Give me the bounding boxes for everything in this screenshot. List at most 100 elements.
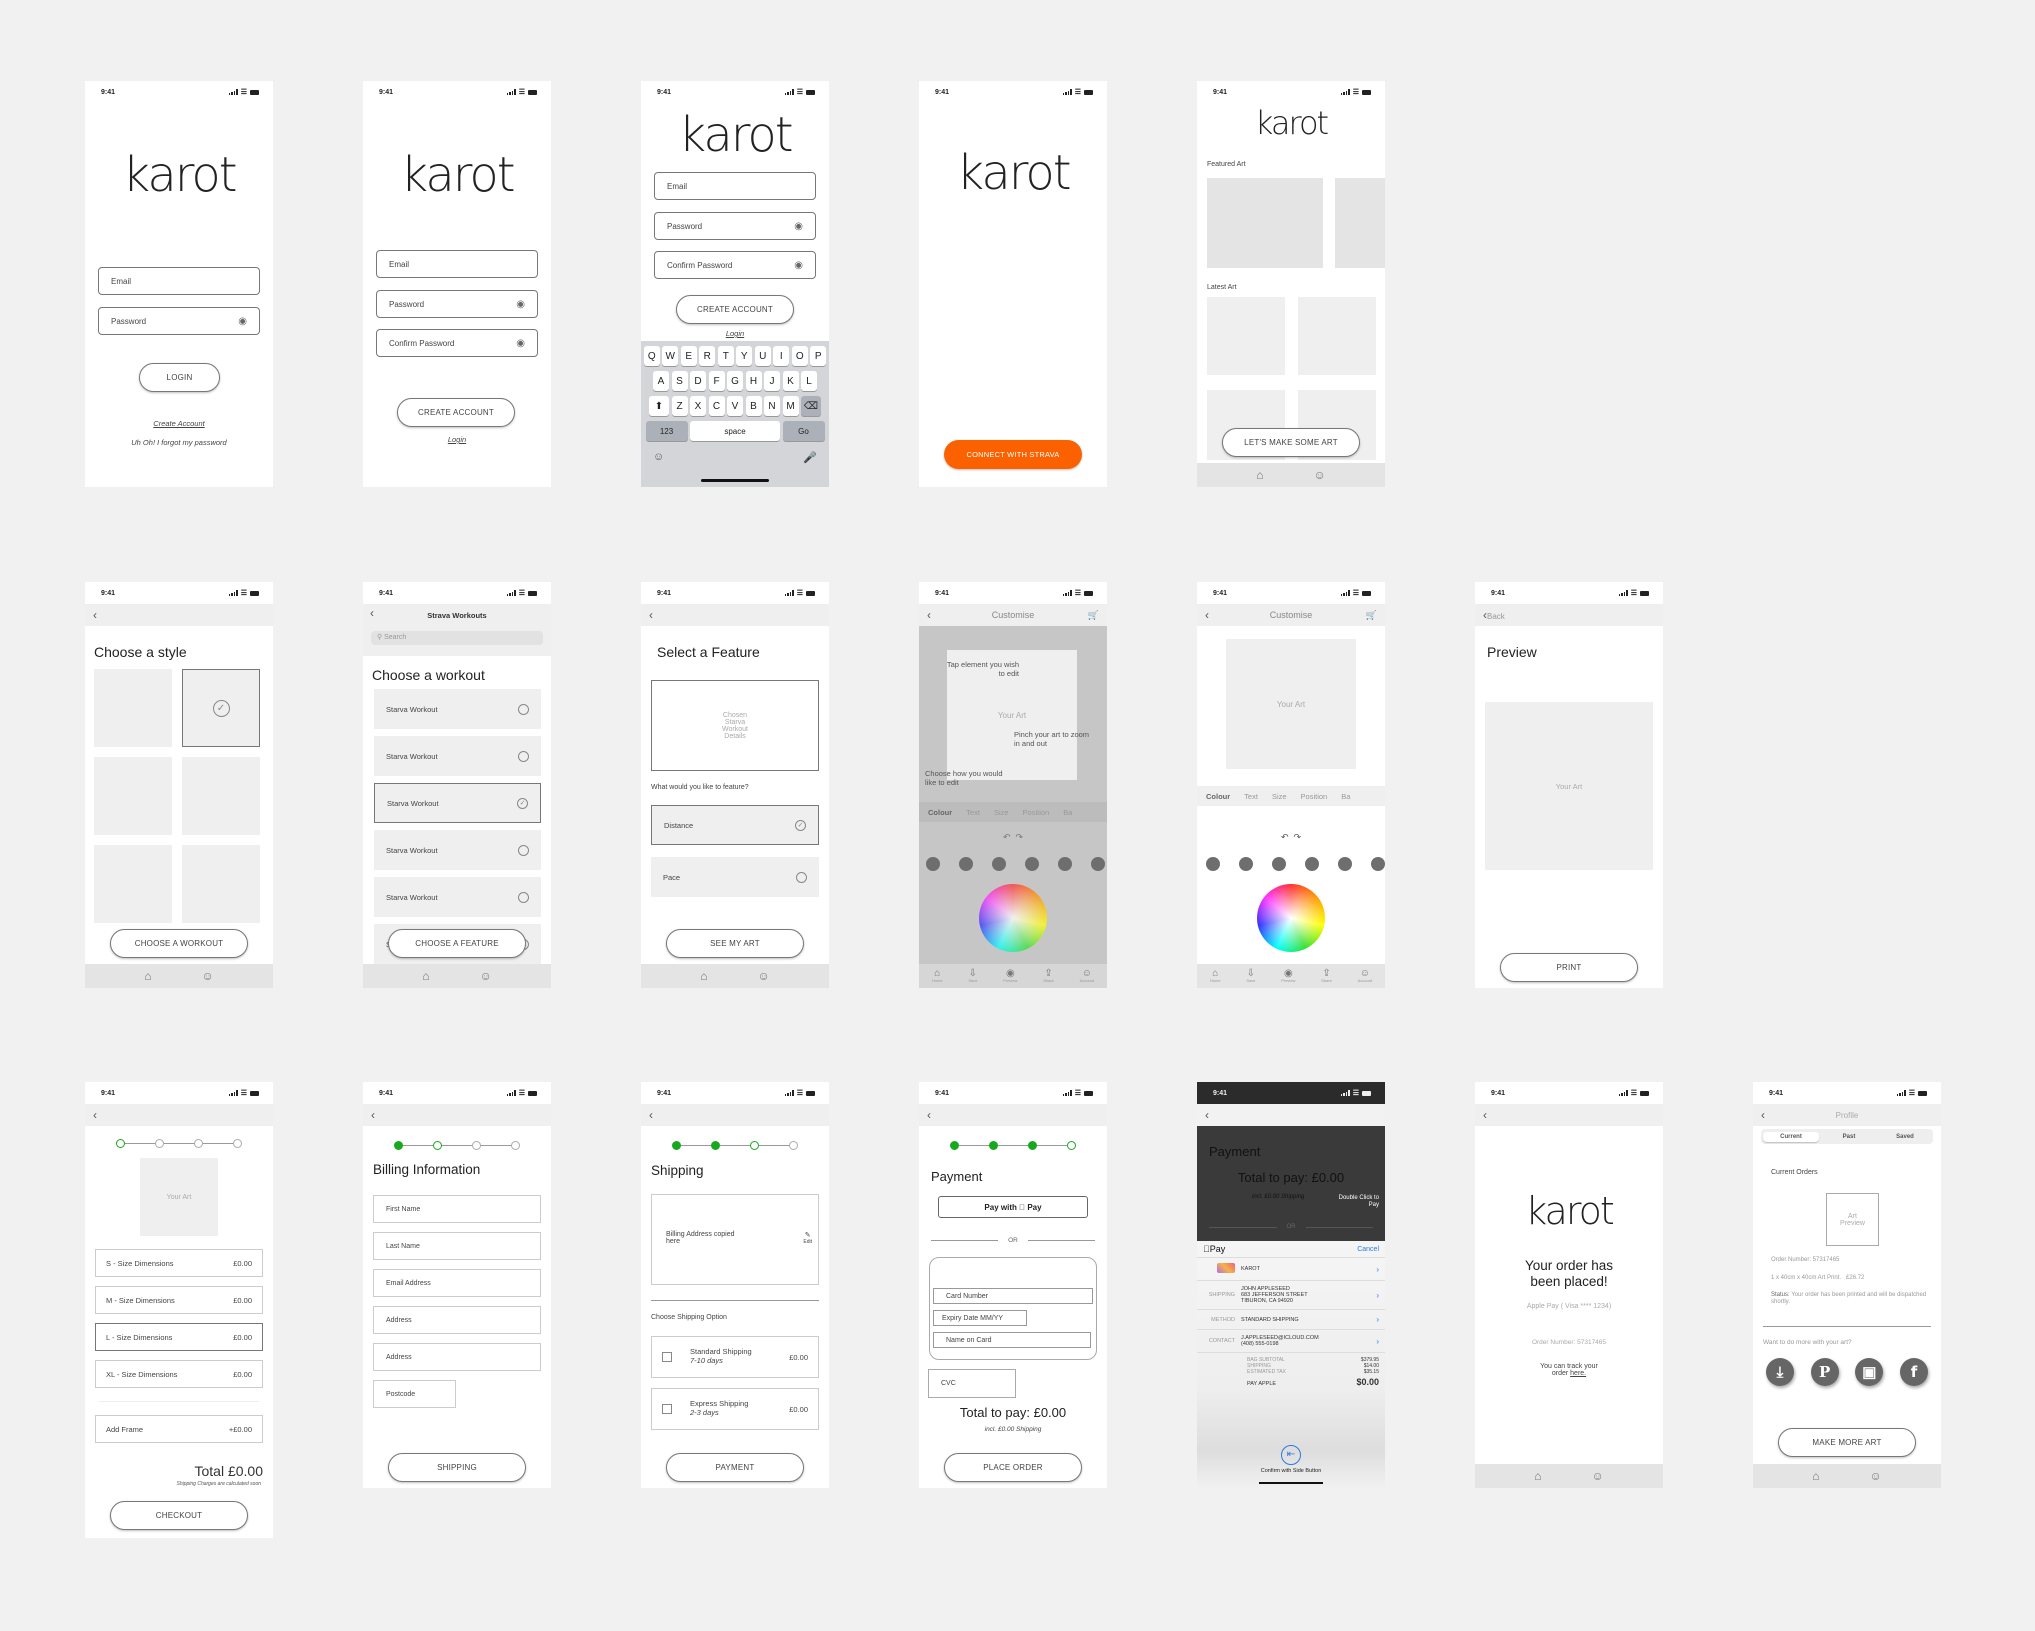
featured-art-card[interactable] <box>1207 178 1323 268</box>
password-field[interactable]: Password ◉ <box>376 290 538 318</box>
edit-tab-text[interactable]: Text <box>1244 792 1258 801</box>
key-w[interactable]: W <box>662 346 679 366</box>
delete-key[interactable]: ⌫ <box>801 396 821 416</box>
go-key[interactable]: Go <box>782 421 825 441</box>
back-icon[interactable]: ‹ <box>649 1108 653 1122</box>
print-button[interactable]: PRINT <box>1500 953 1638 982</box>
back-icon[interactable]: ‹ <box>927 608 931 622</box>
email-field[interactable]: Email <box>376 250 538 278</box>
back-icon[interactable]: ‹ <box>1205 1108 1209 1122</box>
back-icon[interactable]: ‹ <box>649 608 653 622</box>
color-swatch[interactable] <box>1091 857 1105 871</box>
eye-icon[interactable]: ◉ <box>794 260 803 271</box>
workout-item[interactable]: Starva Workout <box>374 689 541 729</box>
style-option-selected[interactable]: ✓ <box>182 669 260 747</box>
color-swatch[interactable] <box>1272 857 1286 871</box>
size-option-selected[interactable]: L - Size Dimensions £0.00 <box>95 1323 263 1351</box>
edit-tab-position[interactable]: Position <box>1023 808 1050 817</box>
make-more-art-button[interactable]: MAKE MORE ART <box>1778 1428 1916 1457</box>
feature-option-distance[interactable]: Distance ✓ <box>651 805 819 845</box>
merchant-row[interactable]: KAROT › <box>1197 1257 1385 1280</box>
add-frame-option[interactable]: Add Frame +£0.00 <box>95 1415 263 1443</box>
tab-share[interactable]: ⇪ Share <box>1321 969 1332 983</box>
eye-icon[interactable]: ◉ <box>794 221 803 232</box>
pinterest-icon[interactable]: P <box>1810 1358 1839 1386</box>
space-key[interactable]: space <box>690 421 780 441</box>
key-c[interactable]: C <box>708 396 725 416</box>
tab-preview[interactable]: ◉ Preview <box>1003 969 1017 983</box>
featured-art-card[interactable] <box>1335 178 1385 268</box>
billing-field-address[interactable]: Address <box>373 1306 541 1334</box>
key-m[interactable]: M <box>782 396 799 416</box>
latest-art-card[interactable] <box>1298 297 1376 375</box>
segment-saved[interactable]: Saved <box>1877 1134 1933 1140</box>
login-link[interactable]: Login <box>641 329 829 338</box>
tab-account[interactable]: ☺ Account <box>1358 969 1372 983</box>
undo-icon[interactable]: ↶ <box>1281 832 1289 842</box>
style-option[interactable] <box>182 757 260 835</box>
shift-key[interactable]: ⬆ <box>649 396 669 416</box>
email-field[interactable]: Email <box>654 172 816 200</box>
edit-tab-colour[interactable]: Colour <box>1206 792 1230 801</box>
password-field[interactable]: Password ◉ <box>98 307 260 335</box>
key-k[interactable]: K <box>782 371 799 391</box>
back-icon[interactable]: ‹ <box>1205 608 1209 622</box>
workout-item[interactable]: Starva Workout <box>374 736 541 776</box>
key-h[interactable]: H <box>745 371 762 391</box>
key-e[interactable]: E <box>680 346 697 366</box>
style-option[interactable] <box>182 845 260 923</box>
back-button[interactable]: ‹Back <box>1483 608 1505 622</box>
workout-item[interactable]: Starva Workout <box>374 830 541 870</box>
edit-tab-colour[interactable]: Colour <box>928 808 952 817</box>
cart-icon[interactable]: 🛒 <box>1088 610 1099 621</box>
tab-home[interactable]: ⌂ Home <box>1210 969 1221 983</box>
profile-icon[interactable]: ☺ <box>1591 1469 1603 1483</box>
search-input[interactable]: ⚲ Search <box>371 631 543 645</box>
back-icon[interactable]: ‹ <box>371 1108 375 1122</box>
redo-icon[interactable]: ↷ <box>1016 832 1024 842</box>
login-button[interactable]: LOGIN <box>139 363 220 392</box>
edit-tab-size[interactable]: Size <box>994 808 1009 817</box>
email-field[interactable]: Email <box>98 267 260 295</box>
undo-icon[interactable]: ↶ <box>1003 832 1011 842</box>
home-icon[interactable]: ⌂ <box>422 969 429 983</box>
billing-field-last-name[interactable]: Last Name <box>373 1232 541 1260</box>
key-t[interactable]: T <box>717 346 734 366</box>
segment-past[interactable]: Past <box>1821 1134 1877 1140</box>
eye-icon[interactable]: ◉ <box>516 299 525 310</box>
key-g[interactable]: G <box>727 371 743 391</box>
key-a[interactable]: A <box>653 371 669 391</box>
feature-option-pace[interactable]: Pace <box>651 857 819 897</box>
key-o[interactable]: O <box>791 346 808 366</box>
eye-icon[interactable]: ◉ <box>516 338 525 349</box>
home-icon[interactable]: ⌂ <box>144 969 151 983</box>
apple-pay-button[interactable]: Pay with  Pay <box>938 1196 1088 1218</box>
choose-feature-button[interactable]: CHOOSE A FEATURE <box>388 929 526 958</box>
key-i[interactable]: I <box>773 346 790 366</box>
instagram-icon[interactable]: ▣ <box>1855 1358 1884 1386</box>
track-order-link[interactable]: here. <box>1570 1370 1586 1377</box>
color-swatch[interactable] <box>1338 857 1352 871</box>
edit-tab-size[interactable]: Size <box>1272 792 1287 801</box>
confirm-password-field[interactable]: Confirm Password ◉ <box>654 251 816 279</box>
contact-row[interactable]: CONTACT J.APPLESEED@ICLOUD.COM (408) 555-0… <box>1197 1329 1385 1352</box>
edit-tab-ba[interactable]: Ba <box>1341 792 1350 801</box>
cancel-button[interactable]: Cancel <box>1357 1246 1379 1253</box>
color-swatch[interactable] <box>926 857 940 871</box>
workout-item-selected[interactable]: Starva Workout ✓ <box>374 783 541 823</box>
tab-share[interactable]: ⇪ Share <box>1043 969 1054 983</box>
login-link[interactable]: Login <box>363 435 551 444</box>
key-x[interactable]: X <box>690 396 706 416</box>
key-u[interactable]: U <box>754 346 771 366</box>
forgot-password-link[interactable]: Uh Oh! I forgot my password <box>85 438 273 447</box>
art-canvas[interactable]: Your Art <box>1226 639 1356 769</box>
checkbox[interactable] <box>662 1352 672 1362</box>
download-icon[interactable]: ⤓ <box>1766 1358 1794 1386</box>
confirm-password-field[interactable]: Confirm Password ◉ <box>376 329 538 357</box>
color-swatch[interactable] <box>1206 857 1220 871</box>
back-icon[interactable]: ‹ <box>1483 1108 1487 1122</box>
size-option[interactable]: S - Size Dimensions £0.00 <box>95 1249 263 1277</box>
key-r[interactable]: R <box>699 346 716 366</box>
edit-address-button[interactable]: ✎ Edit <box>803 1231 812 1245</box>
billing-field-first-name[interactable]: First Name <box>373 1195 541 1223</box>
